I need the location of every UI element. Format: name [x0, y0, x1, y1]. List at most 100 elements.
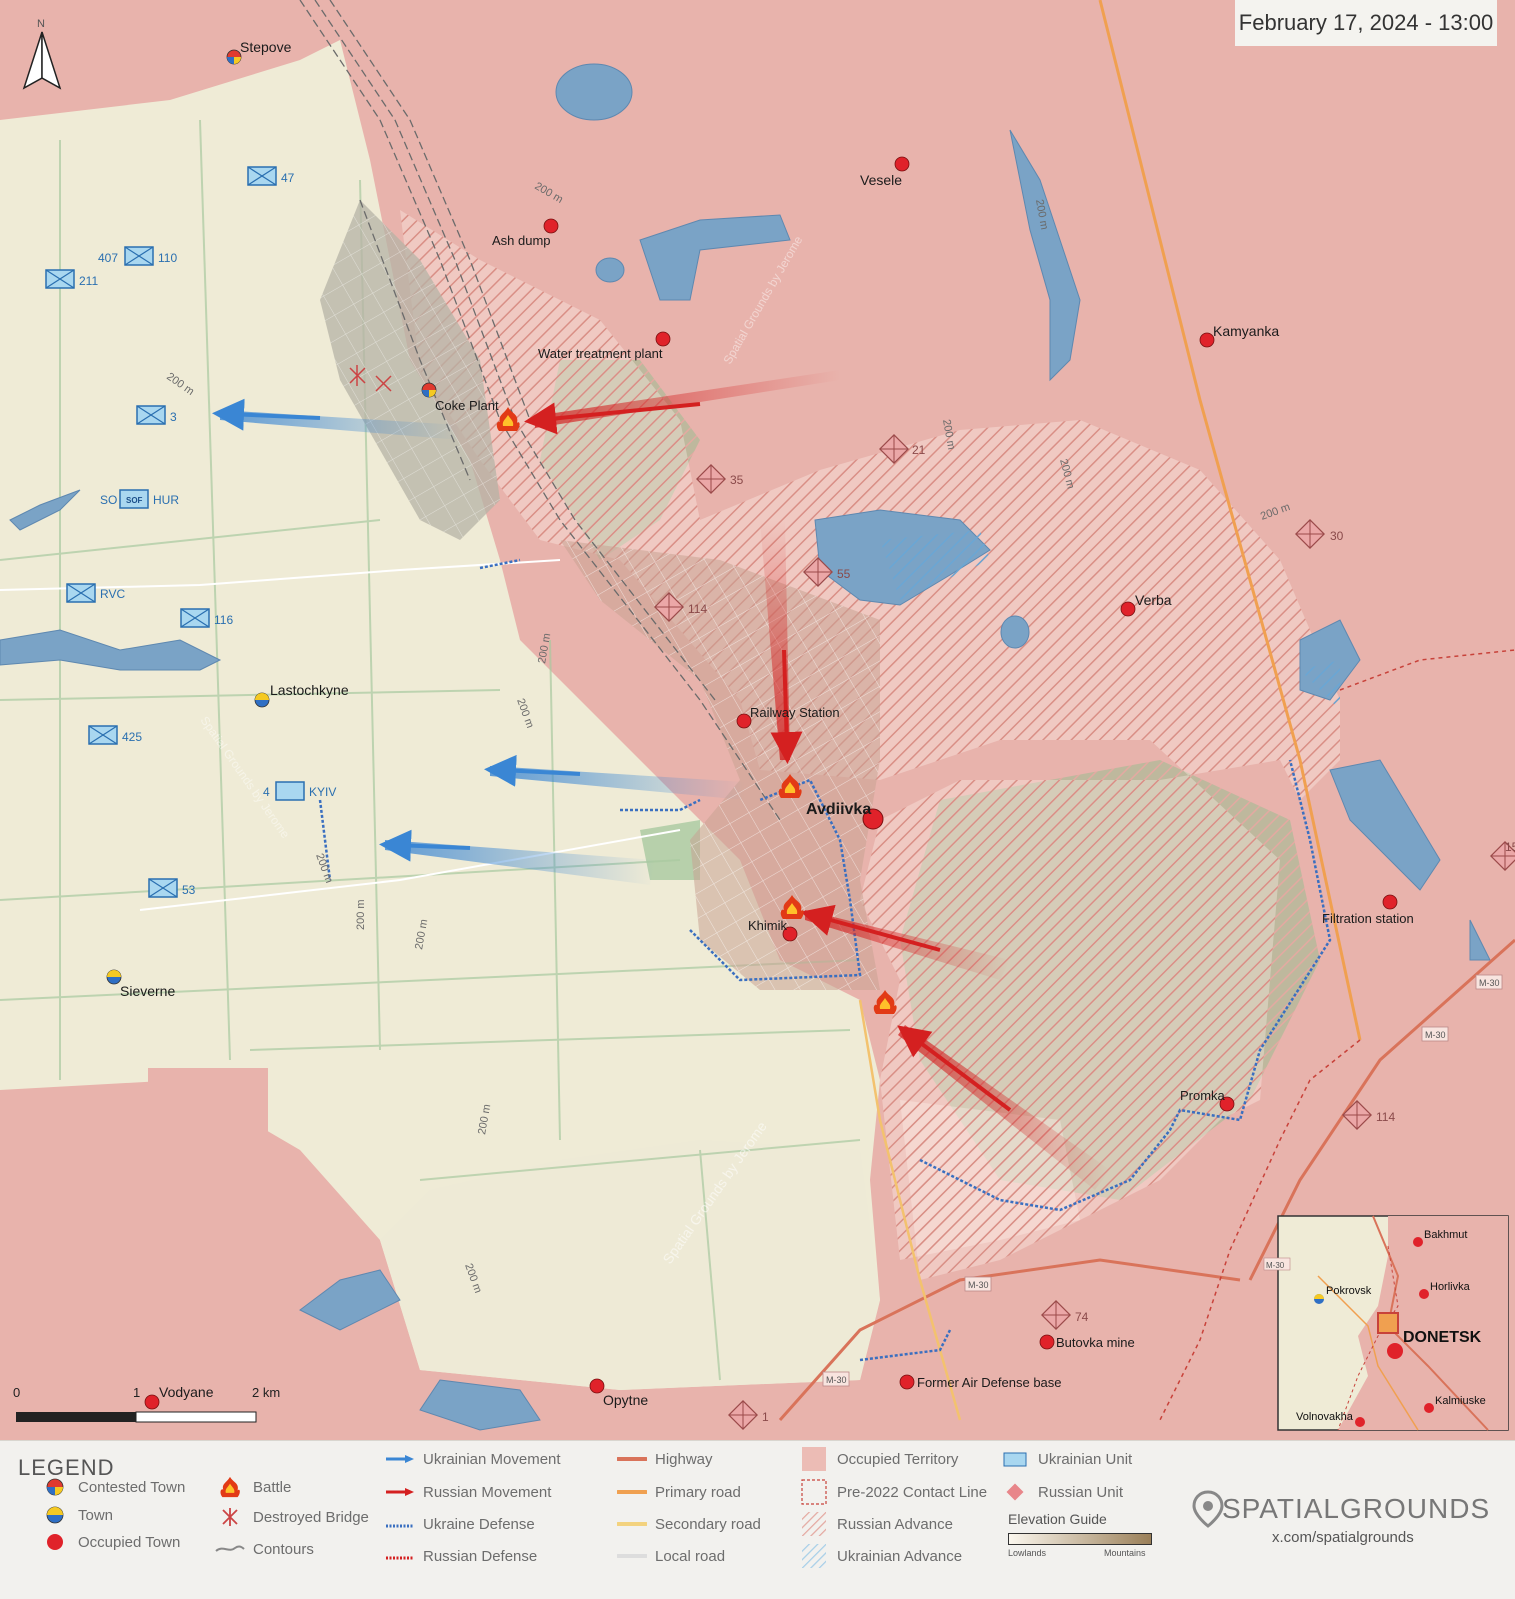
map-canvas[interactable]: 47 407 110 211 3 SOF SO HUR RVC 116 425 … [0, 0, 1515, 1440]
ukr-unit-icon [136, 405, 166, 425]
rus-unit-label: 1 [762, 1410, 769, 1424]
legend-label: Primary road [655, 1483, 741, 1501]
legend-battle: Battle [215, 1476, 291, 1498]
primary-road-icon [617, 1482, 647, 1502]
ukr-unit-label: 116 [214, 613, 233, 627]
scale-label: 0 [13, 1385, 20, 1400]
elevation-low-label: Lowlands [1008, 1548, 1047, 1558]
contested-town-icon [40, 1477, 70, 1497]
ukr-unit-label: RVC [100, 587, 125, 601]
occupied-town-marker [589, 1378, 605, 1394]
legend-label: Russian Advance [837, 1515, 953, 1533]
ukrainian-town-marker [254, 692, 270, 708]
ukr-unit-icon [88, 725, 118, 745]
town-label: Filtration station [1322, 911, 1414, 926]
inset-city-marker [1424, 1403, 1434, 1413]
legend-rus-move: Russian Movement [385, 1482, 551, 1502]
ukr-unit-label: 110 [158, 251, 177, 265]
occupied-town-icon [40, 1532, 70, 1552]
ukr-unit-label: HUR [153, 493, 179, 507]
town-label: Ash dump [492, 233, 551, 248]
ukrainian-unit-swatch [1000, 1449, 1030, 1469]
legend-label: Russian Defense [423, 1547, 538, 1565]
legend-ukr-def: Ukraine Defense [385, 1514, 535, 1534]
ukr-unit-icon [45, 269, 75, 289]
occupied-town-marker [736, 713, 752, 729]
road-shield: M-30 [1475, 974, 1503, 990]
legend-label: Occupied Territory [837, 1450, 959, 1468]
town-label: Stepove [240, 39, 292, 55]
inset-locator-map[interactable]: Bakhmut Horlivka Pokrovsk DONETSK Kalmiu… [1263, 1215, 1509, 1431]
rus-unit-label: 55 [837, 567, 851, 581]
rus-unit-label: 114 [1376, 1110, 1395, 1124]
highway-line-icon [617, 1449, 647, 1469]
ukrainian-town-marker [106, 969, 122, 985]
map-view[interactable]: 47 407 110 211 3 SOF SO HUR RVC 116 425 … [0, 0, 1515, 1440]
legend-town: Town [40, 1505, 113, 1525]
ukr-unit-label: 47 [281, 171, 295, 185]
town-label: Butovka mine [1056, 1335, 1135, 1350]
ukr-unit-label: SO [100, 493, 117, 507]
ukr-unit-sof: SOF [126, 496, 143, 505]
town-label: Sieverne [120, 983, 175, 999]
ukr-unit-icon [247, 166, 277, 186]
inset-label: Volnovakha [1296, 1411, 1354, 1423]
svg-text:M-30: M-30 [1425, 1030, 1446, 1040]
contested-town-marker [226, 49, 242, 65]
legend-label: Contested Town [78, 1478, 186, 1496]
legend-rus-advance: Russian Advance [799, 1512, 953, 1536]
inset-label: Bakhmut [1424, 1229, 1467, 1241]
ukr-unit-label: 53 [182, 883, 196, 897]
contour-label: 200 m [355, 899, 367, 930]
occupied-town-marker [894, 156, 910, 172]
occupied-town-marker [1382, 894, 1398, 910]
brand-url[interactable]: x.com/spatialgrounds [1272, 1529, 1414, 1546]
legend-panel: LEGEND Contested Town Town Occupied Town… [0, 1440, 1515, 1599]
inset-city-marker [1413, 1237, 1423, 1247]
ukr-unit-icon [66, 583, 96, 603]
date-timestamp: February 17, 2024 - 13:00 [1235, 0, 1497, 46]
legend-label: Secondary road [655, 1515, 761, 1533]
legend-contact-line: Pre-2022 Contact Line [799, 1479, 987, 1505]
occupied-town-marker [1039, 1334, 1055, 1350]
legend-secondary: Secondary road [617, 1514, 761, 1534]
inset-label: Kalmiuske [1435, 1395, 1486, 1407]
inset-city-marker [1387, 1343, 1403, 1359]
battle-icon [215, 1476, 245, 1498]
contour-line-icon [215, 1539, 245, 1559]
legend-ukr-advance: Ukrainian Advance [799, 1544, 963, 1568]
legend-local: Local road [617, 1546, 725, 1566]
road-shield: M-30 [1421, 1026, 1449, 1042]
svg-text:M-30: M-30 [968, 1280, 989, 1290]
town-label: Opytne [603, 1392, 648, 1408]
town-label: Coke Plant [435, 398, 499, 413]
ukr-unit-label: 3 [170, 410, 177, 424]
secondary-road-icon [617, 1514, 647, 1534]
legend-label: Russian Movement [423, 1483, 552, 1501]
legend-label: Contours [253, 1540, 314, 1558]
legend-label: Highway [655, 1450, 713, 1468]
contested-town-marker [421, 382, 437, 398]
legend-contours: Contours [215, 1539, 314, 1559]
russian-unit-swatch [1000, 1482, 1030, 1502]
brand-name: SPATIALGROUNDS [1222, 1493, 1491, 1524]
local-road-icon [617, 1546, 647, 1566]
town-label: Water treatment plant [538, 346, 663, 361]
legend-label: Ukrainian Advance [837, 1547, 963, 1565]
legend-destroyed-bridge: Destroyed Bridge [215, 1507, 369, 1527]
ukrainian-advance-swatch [799, 1544, 829, 1568]
legend-label: Russian Unit [1038, 1483, 1124, 1501]
occupied-town-marker [1120, 601, 1136, 617]
red-defense-line-icon [385, 1546, 415, 1566]
inset-label: Horlivka [1430, 1281, 1471, 1293]
occupied-town-marker [899, 1374, 915, 1390]
legend-label: Ukrainian Unit [1038, 1450, 1133, 1468]
elevation-high-label: Mountains [1104, 1548, 1146, 1558]
town-label: Railway Station [750, 705, 840, 720]
town-label: Kamyanka [1213, 323, 1279, 339]
scale-label: 2 km [252, 1385, 280, 1400]
occupied-territory-swatch [799, 1447, 829, 1471]
town-label: Verba [1135, 592, 1172, 608]
rus-unit-label: 21 [912, 443, 926, 457]
elevation-gradient [1008, 1533, 1152, 1545]
